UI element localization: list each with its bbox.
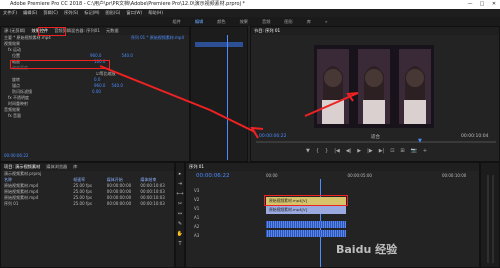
highlight-clip (264, 195, 348, 206)
timeline-timecode[interactable]: 00:00:06:22 (196, 173, 230, 179)
track-a1[interactable]: A1 (194, 215, 199, 221)
tools-panel: ▸ ⇥ ⟷ ✂ ↔ ✎ ✋ T (175, 162, 185, 268)
track-v3[interactable]: V3 (194, 188, 199, 194)
meter-left (487, 175, 489, 263)
tab-sequence-01[interactable]: 序列 01 (189, 163, 204, 171)
video-clip-v1[interactable]: 原始视频素材.mp4[V] (266, 206, 346, 214)
timeline-tabs: 序列 01 (186, 163, 479, 171)
audio-clip-a2[interactable] (266, 230, 346, 237)
type-tool-icon[interactable]: T (178, 241, 181, 247)
razor-tool-icon[interactable]: ✂ (178, 201, 182, 207)
track-a3[interactable]: A3 (194, 233, 199, 239)
arrow-head-icon (250, 126, 264, 139)
project-tabs: 项目: 演示视频素材 媒体浏览器 库 (1, 163, 174, 171)
track-a2[interactable]: A2 (194, 224, 199, 230)
meter-right (492, 175, 494, 263)
track-select-icon[interactable]: ⇥ (178, 181, 182, 187)
slip-tool-icon[interactable]: ↔ (178, 211, 182, 217)
timeline-panel: 序列 01 00:00:06:22 00:00 00:00:05:00 00:00:… (185, 162, 480, 268)
audio-meters (480, 162, 500, 268)
watermark: Baidu 经验 (336, 243, 398, 256)
track-headers: V3 V2 V1 A1 A2 A3 (194, 188, 199, 239)
pen-tool-icon[interactable]: ✎ (178, 221, 182, 227)
project-panel: 项目: 演示视频素材 媒体浏览器 库 演示视频素材.prproj 名称 帧速率 … (0, 162, 175, 268)
table-row[interactable]: 序列 01 25.00 fps 00:00:00:00 00:00:10:03 (1, 201, 174, 207)
selection-tool-icon[interactable]: ▸ (179, 171, 182, 177)
audio-clip-a1[interactable] (266, 221, 346, 228)
timeline-ruler[interactable]: 00:00 00:00:05:00 00:00:10:00 (266, 173, 466, 178)
tab-libraries[interactable]: 库 (73, 163, 77, 171)
hand-tool-icon[interactable]: ✋ (177, 231, 183, 237)
arrow-to-monitor-icon (99, 65, 256, 133)
track-v2[interactable]: V2 (194, 197, 199, 203)
tab-media-browser[interactable]: 媒体浏览器 (46, 163, 67, 171)
tab-project[interactable]: 项目: 演示视频素材 (4, 163, 40, 171)
track-v1[interactable]: V1 (194, 206, 199, 212)
ripple-edit-icon[interactable]: ⟷ (176, 191, 183, 197)
